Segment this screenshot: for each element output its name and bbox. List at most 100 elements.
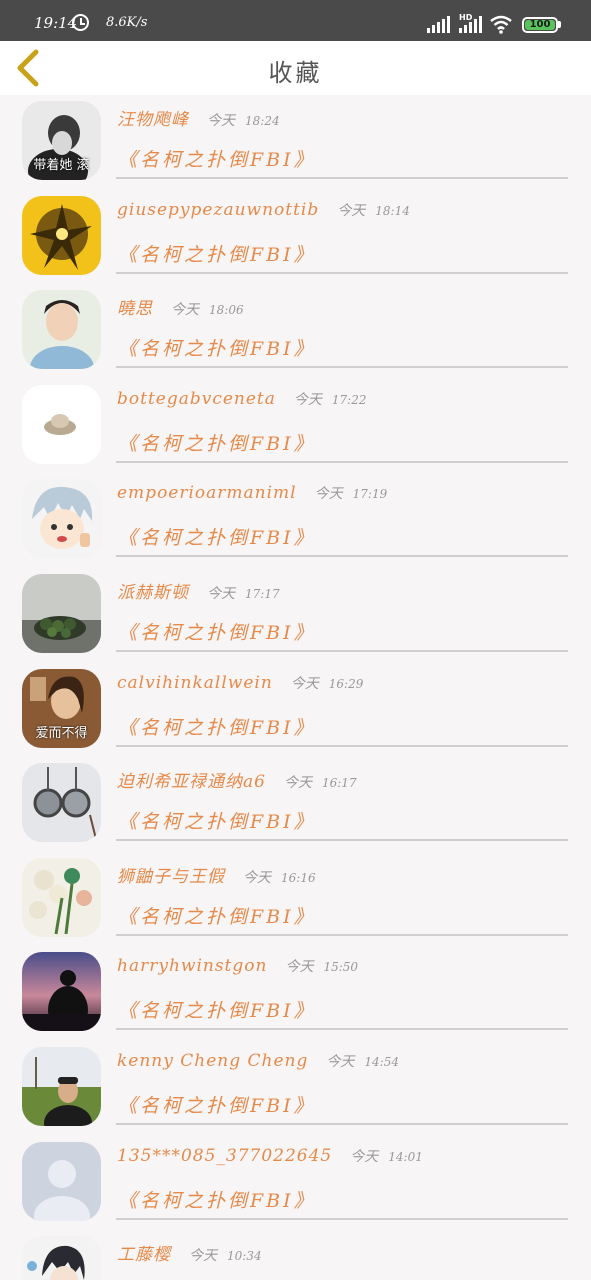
wifi-icon (490, 15, 512, 34)
battery-level: 100 (525, 20, 555, 30)
username: 迫利希亚禄通纳a6 (117, 772, 266, 793)
clock: 19:14 (34, 14, 78, 32)
username: empoerioarmaniml (117, 483, 297, 504)
username: 狮鼬子与王假 (117, 866, 225, 887)
avatar[interactable] (22, 574, 101, 653)
book-title[interactable]: 《名柯之扑倒FBI》 (118, 902, 316, 929)
book-title[interactable]: 《名柯之扑倒FBI》 (118, 996, 316, 1023)
divider (116, 1028, 568, 1031)
list-item[interactable]: 带着她 滚 汪物飑峰 今天 18:24 《名柯之扑倒FBI》 (0, 95, 591, 190)
timestamp: 17:22 (331, 392, 367, 407)
divider (116, 460, 568, 463)
book-title[interactable]: 《名柯之扑倒FBI》 (118, 618, 316, 645)
book-title[interactable]: 《名柯之扑倒FBI》 (118, 1186, 316, 1213)
date-label: 今天 (314, 486, 343, 503)
timestamp: 14:01 (388, 1149, 423, 1164)
avatar[interactable] (22, 290, 101, 370)
username: giusepypezauwnottib (117, 199, 320, 220)
timestamp: 10:34 (227, 1249, 262, 1264)
list-item[interactable]: kenny Cheng Cheng 今天 14:54 《名柯之扑倒FBI》 (0, 1041, 591, 1136)
avatar-caption: 带着她 滚 (33, 158, 90, 173)
book-title[interactable]: 《名柯之扑倒FBI》 (118, 429, 316, 456)
avatar[interactable] (22, 1236, 101, 1280)
book-title[interactable]: 《名柯之扑倒FBI》 (118, 1091, 316, 1118)
signal-icon (459, 16, 483, 33)
battery-icon: 100 (522, 17, 558, 33)
date-label: 今天 (326, 1054, 355, 1070)
avatar[interactable] (22, 384, 101, 464)
divider (116, 271, 568, 274)
list-item[interactable]: harryhwinstgon 今天 15:50 《名柯之扑倒FBI》 (0, 946, 591, 1041)
timestamp: 14:54 (364, 1055, 399, 1069)
network-speed: 8.6K/s (106, 15, 148, 30)
timestamp: 17:17 (245, 587, 280, 601)
timestamp: 18:14 (375, 203, 410, 218)
book-title[interactable]: 《名柯之扑倒FBI》 (118, 523, 316, 550)
date-label: 今天 (207, 113, 235, 129)
divider (116, 744, 568, 747)
date-label: 今天 (290, 675, 319, 692)
date-label: 今天 (337, 202, 366, 219)
list-item[interactable]: 曉思 今天 18:06 《名柯之扑倒FBI》 (0, 284, 591, 379)
date-label: 今天 (293, 391, 322, 408)
timestamp: 17:19 (352, 487, 388, 502)
divider (116, 366, 568, 369)
book-title[interactable]: 《名柯之扑倒FBI》 (118, 334, 316, 361)
favorites-list: 带着她 滚 汪物飑峰 今天 18:24 《名柯之扑倒FBI》 giusepypeza… (0, 95, 591, 1280)
divider (116, 1217, 568, 1220)
timestamp: 16:16 (281, 870, 316, 885)
date-label: 今天 (243, 869, 271, 886)
avatar-caption: 爱而不得 (35, 725, 88, 741)
list-item[interactable]: 迫利希亚禄通纳a6 今天 16:17 《名柯之扑倒FBI》 (0, 757, 591, 852)
book-title[interactable]: 《名柯之扑倒FBI》 (118, 713, 316, 740)
list-item[interactable]: 135***085_377022645 今天 14:01 《名柯之扑倒FBI》 (0, 1136, 591, 1231)
book-title[interactable]: 《名柯之扑倒FBI》 (118, 240, 316, 267)
list-item[interactable]: 狮鼬子与王假 今天 16:16 《名柯之扑倒FBI》 (0, 852, 591, 947)
username: 曉思 (117, 299, 153, 320)
list-item[interactable]: 派赫斯顿 今天 17:17 《名柯之扑倒FBI》 (0, 568, 591, 663)
timestamp: 18:24 (245, 114, 280, 128)
page-title: 收藏 (268, 59, 323, 87)
divider (116, 555, 568, 558)
avatar[interactable] (22, 857, 101, 937)
username: 工藤樱 (117, 1245, 171, 1266)
timestamp: 18:06 (209, 303, 244, 318)
status-bar: 19:14 8.6K/s HD 100 (0, 0, 591, 41)
username: 汪物飑峰 (117, 110, 189, 130)
avatar[interactable] (22, 479, 101, 559)
username: 135***085_377022645 (117, 1145, 333, 1166)
avatar[interactable] (22, 763, 101, 843)
list-item[interactable]: empoerioarmaniml 今天 17:19 《名柯之扑倒FBI》 (0, 473, 591, 568)
book-title[interactable]: 《名柯之扑倒FBI》 (118, 145, 316, 172)
avatar[interactable] (22, 195, 101, 275)
avatar[interactable]: 爱而不得 (22, 668, 101, 748)
username: 派赫斯顿 (117, 583, 189, 603)
avatar[interactable]: 带着她 滚 (22, 101, 101, 180)
divider (116, 177, 568, 179)
list-item[interactable]: 爱而不得 calvihinkallwein 今天 16:29 《名柯之扑倒FBI》 (0, 663, 591, 758)
book-title[interactable]: 《名柯之扑倒FBI》 (118, 807, 316, 834)
list-item[interactable]: giusepypezauwnottib 今天 18:14 《名柯之扑倒FBI》 (0, 190, 591, 285)
date-label: 今天 (171, 302, 199, 319)
list-item[interactable]: bottegabvceneta 今天 17:22 《名柯之扑倒FBI》 (0, 379, 591, 474)
avatar[interactable] (22, 952, 101, 1032)
timestamp: 16:17 (321, 776, 357, 791)
date-label: 今天 (283, 775, 312, 792)
avatar[interactable] (22, 1047, 101, 1126)
alarm-icon (72, 14, 89, 31)
date-label: 今天 (350, 1148, 379, 1165)
avatar[interactable] (22, 1141, 101, 1221)
divider (116, 839, 568, 842)
timestamp: 16:29 (328, 676, 364, 691)
divider (116, 650, 568, 652)
username: bottegabvceneta (117, 388, 276, 409)
divider (116, 1123, 568, 1125)
username: kenny Cheng Cheng (117, 1051, 309, 1071)
signal-icon (427, 16, 451, 33)
list-item[interactable]: 工藤樱 今天 10:34 (0, 1230, 591, 1280)
date-label: 今天 (285, 959, 314, 976)
username: calvihinkallwein (117, 672, 273, 693)
timestamp: 15:50 (323, 960, 359, 975)
header: 收藏 (0, 41, 591, 95)
date-label: 今天 (189, 1248, 217, 1265)
